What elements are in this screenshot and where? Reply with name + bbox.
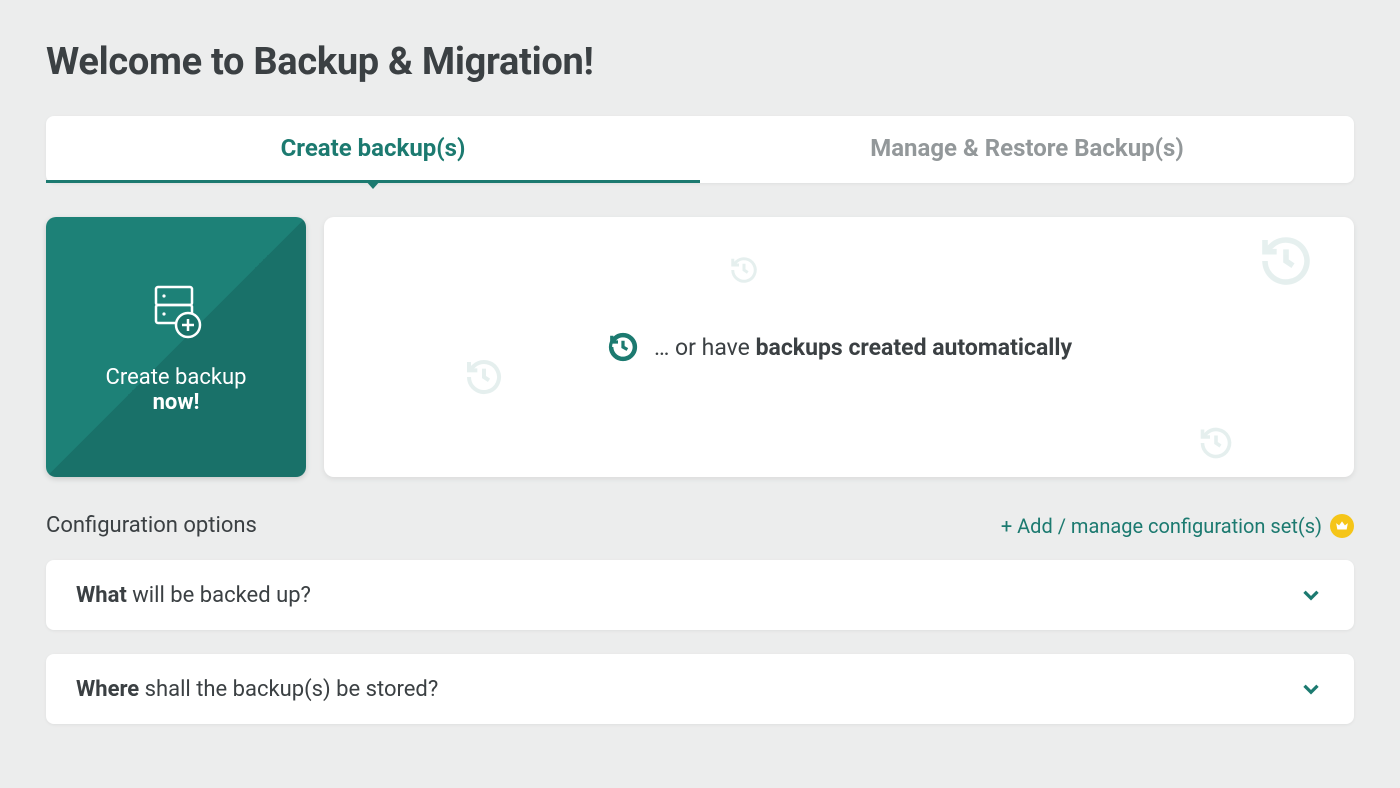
accordion-what-bold: What (76, 583, 127, 608)
add-manage-config-text: + Add / manage configuration set(s) (1001, 514, 1322, 538)
auto-backup-label: … or have backups created automatically (606, 330, 1072, 364)
accordion-what-backed-up[interactable]: What will be backed up? (46, 560, 1354, 630)
chevron-down-icon (1298, 676, 1324, 702)
accordion-where-rest: shall the backup(s) be stored? (139, 677, 438, 702)
create-backup-label-line1: Create backup (106, 365, 247, 390)
history-icon (1198, 425, 1234, 461)
create-backup-label-line2: now! (153, 390, 200, 415)
history-icon (1258, 233, 1314, 289)
history-icon (464, 357, 504, 397)
config-options-label: Configuration options (46, 513, 257, 538)
tab-create-backups[interactable]: Create backup(s) (46, 116, 700, 183)
config-header: Configuration options + Add / manage con… (46, 513, 1354, 538)
auto-backup-card[interactable]: … or have backups created automatically (324, 217, 1354, 477)
history-icon (606, 330, 640, 364)
tab-bar: Create backup(s) Manage & Restore Backup… (46, 116, 1354, 183)
accordion-where-bold: Where (76, 677, 139, 702)
accordion-what-label: What will be backed up? (76, 583, 311, 608)
accordion-what-rest: will be backed up? (127, 583, 311, 608)
backup-action-row: Create backup now! … or have backups cre… (46, 217, 1354, 477)
auto-backup-bold: backups created automatically (756, 334, 1072, 361)
crown-icon (1330, 514, 1354, 538)
chevron-down-icon (1298, 582, 1324, 608)
history-icon (729, 255, 759, 285)
accordion-where-label: Where shall the backup(s) be stored? (76, 677, 438, 702)
server-plus-icon (144, 279, 208, 347)
accordion-where-stored[interactable]: Where shall the backup(s) be stored? (46, 654, 1354, 724)
add-manage-config-link[interactable]: + Add / manage configuration set(s) (1001, 514, 1354, 538)
auto-backup-prefix: … or have (654, 334, 756, 361)
tab-manage-restore[interactable]: Manage & Restore Backup(s) (700, 116, 1354, 183)
create-backup-now-button[interactable]: Create backup now! (46, 217, 306, 477)
page-title: Welcome to Backup & Migration! (46, 40, 1354, 84)
